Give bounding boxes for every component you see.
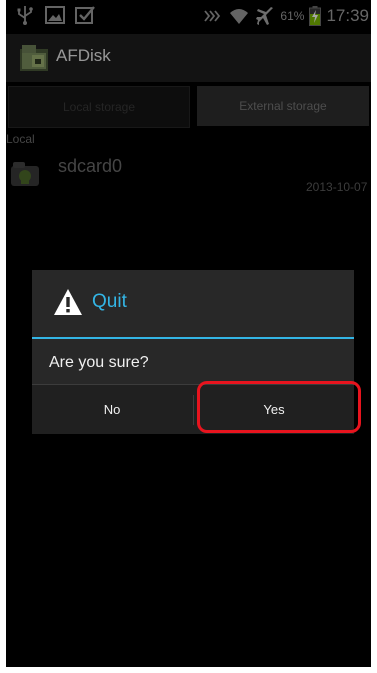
warning-icon <box>53 288 83 316</box>
dialog-message: Are you sure? <box>49 354 149 371</box>
no-button[interactable]: No <box>32 385 192 434</box>
dialog-divider <box>32 337 354 339</box>
phone-screen: 61% 17:39 AFDisk Local storage External … <box>6 0 371 667</box>
dialog-header: Quit <box>32 270 354 338</box>
dialog-title: Quit <box>92 291 127 312</box>
yes-button-highlight <box>197 381 361 433</box>
